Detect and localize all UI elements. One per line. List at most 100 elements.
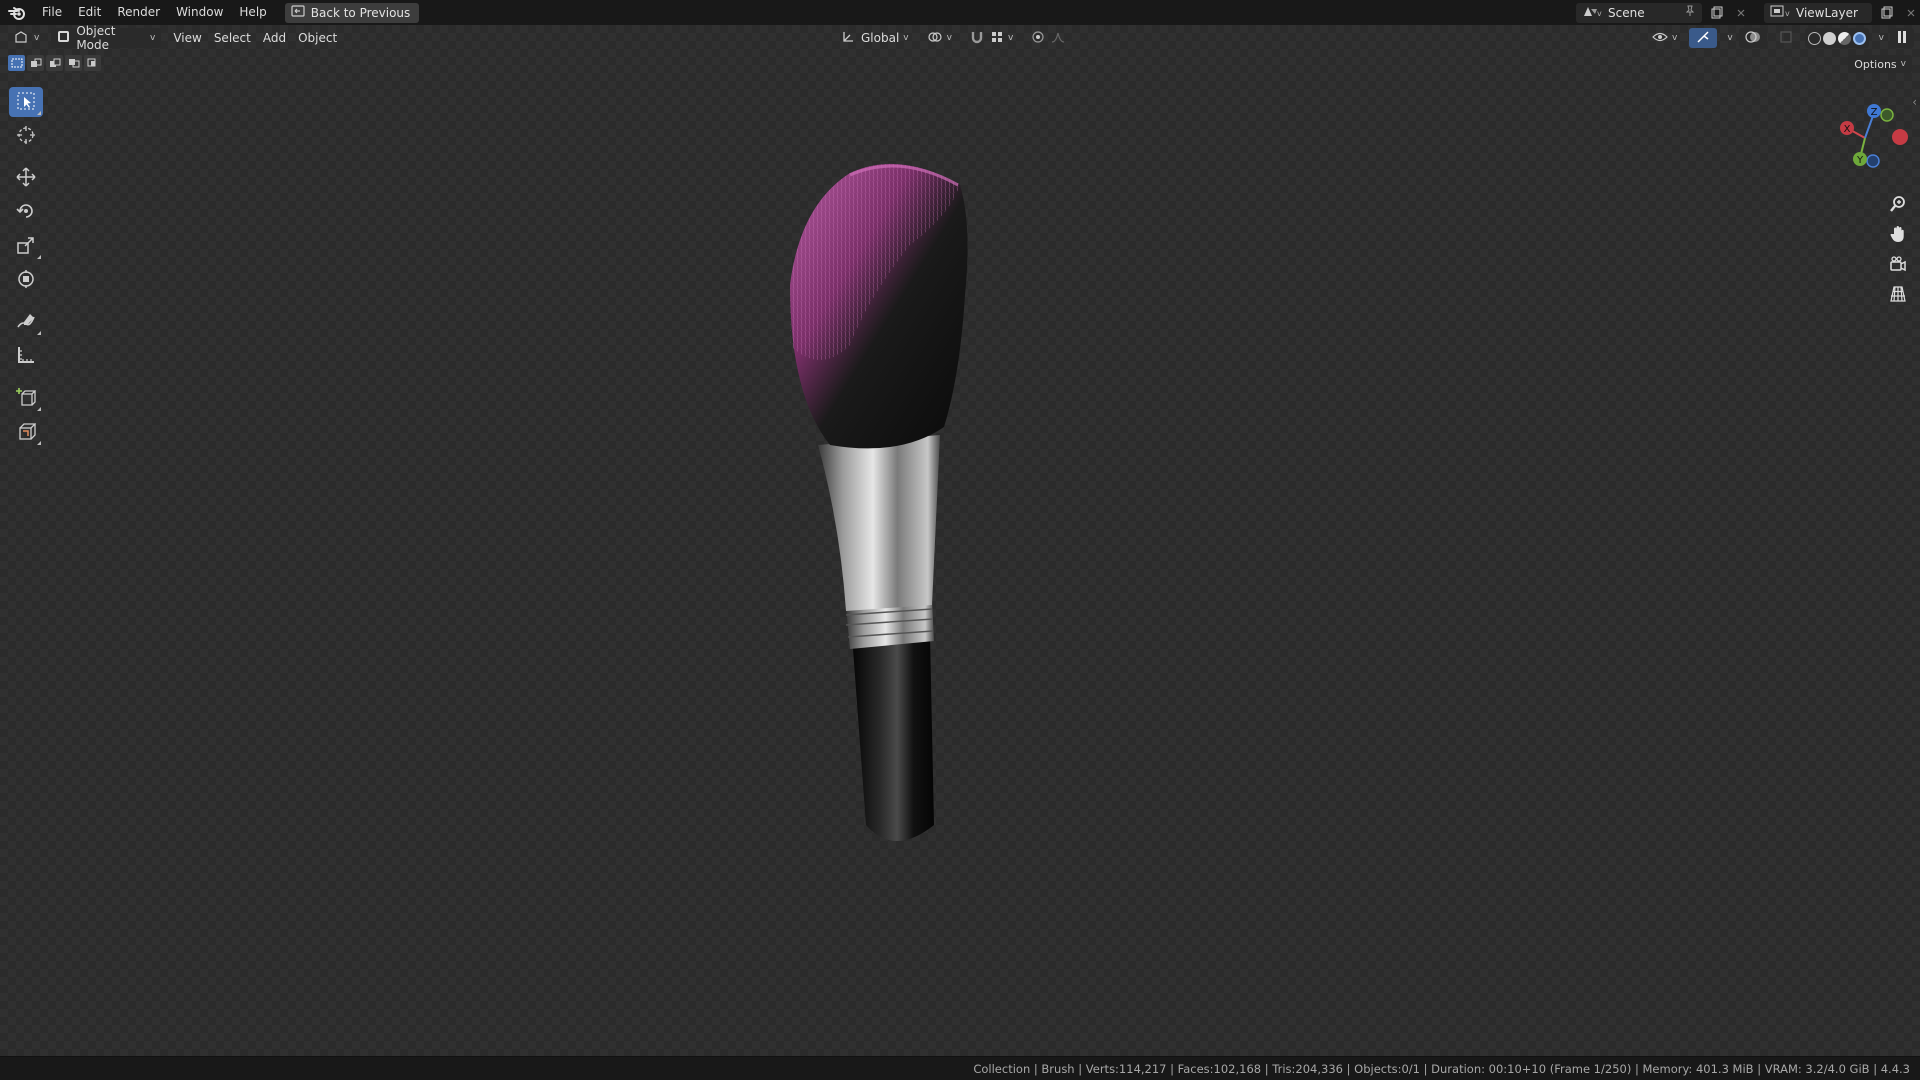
shading-modes: [1804, 28, 1869, 48]
menu-object[interactable]: Object: [292, 28, 343, 48]
select-intersect-icon[interactable]: [84, 55, 101, 71]
xray-icon: [1779, 30, 1793, 47]
gizmo-z-label: Z: [1871, 107, 1878, 118]
gizmo-dropdown-icon[interactable]: v: [1727, 33, 1732, 43]
editor-type-icon: [14, 30, 30, 47]
select-invert-icon[interactable]: [65, 55, 82, 71]
svg-text:v: v: [1785, 9, 1790, 18]
gizmo-x-label: X: [1844, 124, 1851, 135]
cursor-icon: [16, 125, 36, 148]
menu-edit[interactable]: Edit: [70, 0, 109, 25]
select-box-tool[interactable]: [9, 87, 43, 117]
move-tool[interactable]: [9, 163, 43, 193]
scale-icon: [16, 235, 36, 258]
scene-statistics: Collection | Brush | Verts:114,217 | Fac…: [973, 1061, 1910, 1076]
tool-options-corner-icon: [37, 407, 41, 411]
scale-tool[interactable]: [9, 231, 43, 261]
zoom-icon[interactable]: [1883, 193, 1913, 215]
orientation-icon: [841, 30, 855, 47]
new-scene-icon[interactable]: [1708, 4, 1726, 22]
snap-increment-icon[interactable]: [990, 30, 1004, 47]
mode-selector[interactable]: Object Mode v: [51, 24, 162, 52]
pivot-point-button[interactable]: v: [921, 28, 958, 48]
tool-shelf: [9, 87, 47, 447]
mode-label: Object Mode: [76, 24, 116, 52]
back-button-label: Back to Previous: [310, 5, 411, 20]
sidebar-toggle[interactable]: [1890, 28, 1914, 48]
pin-icon[interactable]: [1684, 5, 1696, 20]
view-layer-selector[interactable]: v ViewLayer: [1764, 2, 1872, 23]
3d-viewport[interactable]: v Object Mode v View Select Add Object Gl…: [0, 24, 1920, 1056]
menu-file[interactable]: File: [34, 0, 70, 25]
tool-options-corner-icon: [37, 111, 41, 115]
menu-window[interactable]: Window: [168, 0, 231, 25]
new-view-layer-icon[interactable]: [1878, 4, 1896, 22]
menu-view[interactable]: View: [167, 28, 207, 48]
proportional-editing-icon: [1031, 30, 1045, 47]
cursor-tool[interactable]: [9, 121, 43, 151]
back-icon: [291, 5, 305, 20]
snap-toggle[interactable]: v: [964, 28, 1019, 48]
gizmo-icon: [1695, 30, 1711, 47]
annotate-tool[interactable]: [9, 307, 43, 337]
status-bar: Collection | Brush | Verts:114,217 | Fac…: [0, 1056, 1920, 1080]
annotate-icon: [16, 311, 36, 334]
menu-help[interactable]: Help: [231, 0, 274, 25]
measure-icon: [16, 345, 36, 368]
tool-options-corner-icon: [37, 255, 41, 259]
sidebar-expand-icon[interactable]: ‹: [1912, 95, 1917, 109]
viewport-header: v Object Mode v View Select Add Object Gl…: [0, 24, 1920, 52]
select-extend-icon[interactable]: [27, 55, 44, 71]
perspective-toggle-icon[interactable]: [1883, 283, 1913, 305]
back-to-previous-button[interactable]: Back to Previous: [284, 2, 420, 23]
solid-shading-icon[interactable]: [1822, 31, 1836, 45]
primitive-icon: [16, 421, 37, 444]
rotate-tool[interactable]: [9, 197, 43, 227]
primitive-tool[interactable]: [9, 417, 43, 447]
rendered-shading-icon[interactable]: [1852, 31, 1866, 45]
selection-mode-buttons: [8, 55, 101, 71]
menu-select[interactable]: Select: [208, 28, 257, 48]
scene-icon: v: [1582, 4, 1602, 21]
visibility-selector[interactable]: v: [1646, 28, 1683, 48]
camera-view-icon[interactable]: [1883, 253, 1913, 275]
select-new-icon[interactable]: [8, 55, 25, 71]
gizmo-toggle[interactable]: [1689, 28, 1718, 48]
blender-logo-icon[interactable]: [0, 0, 34, 25]
transform-tool[interactable]: [9, 265, 43, 295]
overlays-icon: [1745, 30, 1761, 47]
add-cube-tool[interactable]: [9, 383, 43, 413]
proportional-editing-toggle[interactable]: [1025, 28, 1071, 48]
object-mode-icon: [57, 30, 70, 46]
view-layer-icon: v: [1770, 4, 1790, 21]
options-dropdown[interactable]: Options v: [1848, 55, 1912, 73]
pan-hand-icon[interactable]: [1883, 223, 1913, 245]
falloff-icon[interactable]: [1051, 30, 1065, 47]
material-preview-shading-icon[interactable]: [1837, 31, 1851, 45]
select-box-icon: [16, 91, 36, 114]
scene-selector[interactable]: v Scene: [1576, 2, 1702, 23]
shading-dropdown-icon[interactable]: v: [1879, 33, 1884, 43]
xray-toggle[interactable]: [1773, 28, 1799, 48]
eye-icon: [1652, 31, 1668, 46]
gizmo-y-label: Y: [1856, 155, 1864, 166]
overlays-toggle[interactable]: [1738, 28, 1767, 48]
scene-name: Scene: [1608, 5, 1645, 20]
rotate-icon: [16, 201, 36, 224]
magnet-icon: [970, 30, 984, 47]
transform-orientation-selector[interactable]: Global v: [835, 28, 915, 48]
tool-options-corner-icon: [37, 441, 41, 445]
navigation-gizmo[interactable]: X Z Y: [1825, 93, 1915, 188]
delete-view-layer-icon[interactable]: [1902, 4, 1920, 22]
view-layer-name: ViewLayer: [1796, 5, 1858, 20]
delete-scene-icon[interactable]: [1732, 4, 1750, 22]
measure-tool[interactable]: [9, 341, 43, 371]
add-cube-icon: [16, 387, 37, 410]
editor-type-button[interactable]: v: [8, 28, 45, 48]
brush-3d-object[interactable]: [760, 145, 1000, 865]
menu-add[interactable]: Add: [257, 28, 292, 48]
select-subtract-icon[interactable]: [46, 55, 63, 71]
wireframe-shading-icon[interactable]: [1807, 31, 1821, 45]
menu-render[interactable]: Render: [109, 0, 168, 25]
orientation-label: Global: [861, 31, 900, 45]
